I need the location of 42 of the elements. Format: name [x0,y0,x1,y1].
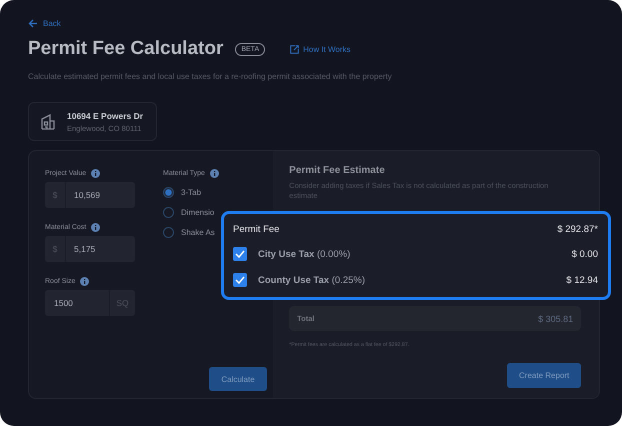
tax-value: $ 0.00 [572,248,598,260]
radio-label: Shake As [181,228,215,236]
radio-option[interactable]: Dimensio [163,202,219,222]
external-link-icon [290,44,300,54]
radio-label: Dimensio [181,208,214,216]
building-icon [41,114,55,130]
radio-button[interactable] [163,186,174,198]
input-field[interactable]: $ 10,569 [45,182,135,208]
radio-label: 3-Tab [181,188,202,196]
radio-option[interactable]: Shake As [163,222,219,242]
tax-label: County Use Tax (0.25%) [258,274,365,286]
how-it-works-link[interactable]: How It Works [290,44,351,54]
checkbox[interactable] [233,273,247,287]
back-link[interactable]: Back [28,16,600,30]
input-field[interactable]: $ 5,175 [45,236,135,262]
arrow-left-icon [28,18,38,28]
radio-button[interactable] [163,206,174,218]
tax-label: City Use Tax (0.00%) [258,248,350,260]
field-value: 10,569 [73,190,101,200]
total-value: $ 305.81 [538,314,574,324]
currency-prefix: $ [45,182,66,208]
tax-value: $ 12.94 [566,274,598,286]
checkbox[interactable] [233,247,247,261]
info-icon [91,168,100,178]
page-description: Calculate estimated permit fees and local use taxes for a re-roofing permit associated with the property [28,72,393,81]
info-icon [80,276,90,286]
radio-button[interactable] [163,226,174,238]
calculate-button[interactable]: Calculate [209,367,267,391]
check-icon [235,276,245,284]
address-line: 10694 E Powers Dr [67,110,144,120]
info-icon [91,222,100,232]
field-value: 1500 [53,298,74,308]
radio-option[interactable]: 3-Tab [163,182,219,202]
field-value: 5,175 [73,244,96,254]
check-icon [235,250,245,258]
estimate-title: Permit Fee Estimate [289,165,386,176]
currency-prefix: $ [45,236,66,262]
create-report-button[interactable]: Create Report [507,363,582,388]
fee-label: Permit Fee [233,224,280,235]
info-icon [210,168,219,178]
page-title: Permit Fee Calculator [28,38,224,60]
fee-value: $ 292.87* [557,224,598,235]
